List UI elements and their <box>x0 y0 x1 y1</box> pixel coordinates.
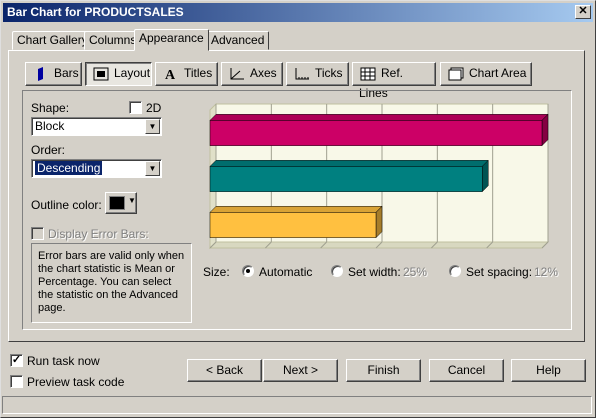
tab-columns[interactable]: Columns <box>84 31 142 50</box>
cancel-button[interactable]: Cancel <box>429 359 504 382</box>
status-bar <box>2 396 592 414</box>
set-spacing-value: 12% <box>534 265 559 279</box>
tab-label: Appearance <box>139 31 204 45</box>
outline-color-label: Outline color: <box>31 198 102 212</box>
axes-icon <box>230 67 244 80</box>
tab-label: Columns <box>89 33 137 47</box>
chartarea-icon <box>448 67 464 81</box>
check-icon: ✓ <box>11 354 22 366</box>
size-set-width-radio[interactable] <box>331 265 343 277</box>
bars-icon <box>38 66 43 81</box>
close-button[interactable]: ✕ <box>575 5 591 19</box>
next-button[interactable]: Next > <box>263 359 338 382</box>
subtab-ticks[interactable]: Ticks <box>286 62 349 86</box>
two-d-label: 2D <box>146 101 162 115</box>
chevron-down-icon: ▼ <box>128 196 136 205</box>
back-button[interactable]: < Back <box>187 359 262 382</box>
order-label: Order: <box>31 143 66 157</box>
set-width-value: 25% <box>403 265 428 279</box>
bar <box>209 212 377 238</box>
ticks-icon <box>295 67 309 80</box>
subtab-label: Axes <box>250 66 277 80</box>
subtab-bars[interactable]: Bars <box>25 62 82 86</box>
window-title: Bar Chart for PRODUCTSALES <box>7 5 184 19</box>
order-select[interactable]: Descending ▼ <box>31 159 162 178</box>
size-set-spacing-label: Set spacing: <box>466 265 533 279</box>
run-task-checkbox[interactable]: ✓ <box>10 354 23 367</box>
tab-appearance[interactable]: Appearance <box>134 29 209 51</box>
shape-label: Shape: <box>31 101 70 115</box>
bar <box>209 120 543 146</box>
close-icon: ✕ <box>578 5 588 17</box>
size-automatic-radio[interactable] <box>242 265 254 277</box>
bar-top <box>209 114 549 121</box>
subtab-ref-lines[interactable]: Ref. Lines <box>352 62 436 100</box>
subtab-label: Titles <box>184 66 213 80</box>
chevron-down-icon[interactable]: ▼ <box>145 119 160 134</box>
order-value: Descending <box>35 161 103 175</box>
error-bars-label: Display Error Bars: <box>48 227 149 241</box>
size-label: Size: <box>203 265 230 279</box>
subtab-label: Bars <box>54 66 79 80</box>
subtab-label: Ticks <box>315 66 343 80</box>
size-set-spacing-radio[interactable] <box>449 265 461 277</box>
subtab-titles[interactable]: A Titles <box>155 62 218 86</box>
subtab-label: Chart Area <box>469 66 527 80</box>
subtab-chart-area[interactable]: Chart Area <box>440 62 532 86</box>
outline-color-picker[interactable]: ▼ <box>105 192 137 214</box>
preview-code-label: Preview task code <box>27 375 125 389</box>
tab-advanced[interactable]: Advanced <box>206 31 270 50</box>
color-swatch <box>109 196 125 210</box>
error-bars-checkbox[interactable] <box>31 227 44 240</box>
reflines-icon <box>360 67 376 81</box>
subtab-label: Layout <box>114 66 151 80</box>
subtab-layout[interactable]: Layout <box>85 62 152 86</box>
subtab-axes[interactable]: Axes <box>221 62 283 86</box>
shape-select[interactable]: Block ▼ <box>31 117 162 136</box>
shape-value: Block <box>35 119 65 133</box>
bar <box>209 166 483 192</box>
layout-icon <box>93 67 109 81</box>
tab-label: Chart Gallery <box>17 33 88 47</box>
chevron-down-icon[interactable]: ▼ <box>145 161 160 176</box>
titles-icon: A <box>165 68 176 82</box>
svg-text:A: A <box>165 68 176 82</box>
size-automatic-label: Automatic <box>259 265 313 279</box>
run-task-label: Run task now <box>27 354 100 368</box>
finish-button[interactable]: Finish <box>346 359 421 382</box>
two-d-checkbox[interactable] <box>129 101 142 114</box>
tab-chart-gallery[interactable]: Chart Gallery <box>12 31 93 50</box>
error-bars-info: Error bars are valid only when the chart… <box>31 243 192 323</box>
bar-chart-preview <box>208 102 550 250</box>
bar-top <box>209 160 489 167</box>
size-set-width-label: Set width: <box>348 265 401 279</box>
help-button[interactable]: Help <box>511 359 586 382</box>
preview-code-checkbox[interactable] <box>10 375 23 388</box>
tab-label: Advanced <box>211 33 265 47</box>
bar-top <box>209 206 383 213</box>
title-bar: Bar Chart for PRODUCTSALES ✕ <box>3 3 593 22</box>
